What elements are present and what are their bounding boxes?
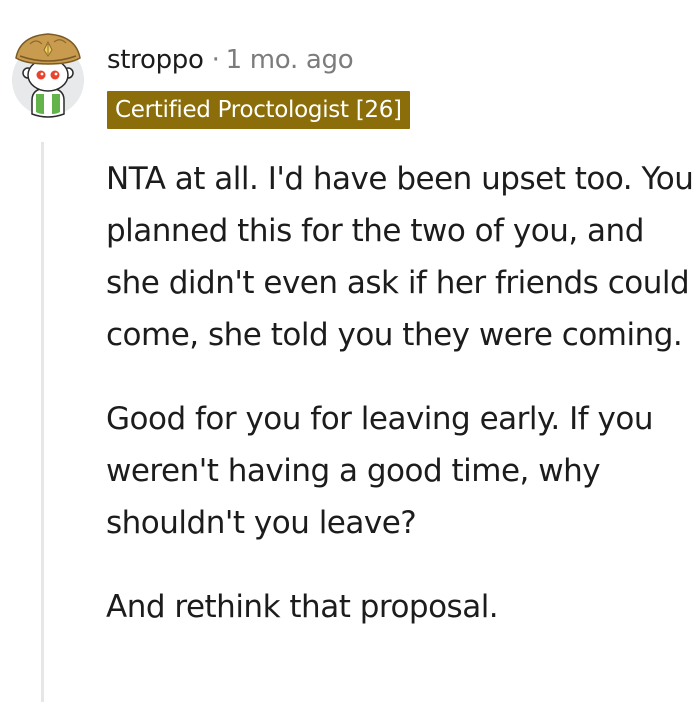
meta-separator: · bbox=[211, 45, 220, 75]
snoo-avatar-icon bbox=[12, 33, 84, 118]
comment-paragraph: Good for you for leaving early. If you w… bbox=[106, 401, 654, 541]
user-flair: Certified Proctologist [26] bbox=[107, 91, 410, 129]
thread-collapse-line[interactable] bbox=[41, 142, 44, 702]
comment-paragraph: NTA at all. I'd have been upset too. You… bbox=[106, 161, 694, 353]
comment-author[interactable]: stroppo bbox=[107, 45, 204, 75]
comment: stroppo · 1 mo. ago Certified Proctologist… bbox=[0, 0, 700, 702]
comment-paragraph: And rethink that proposal. bbox=[106, 589, 499, 625]
comment-meta: stroppo · 1 mo. ago bbox=[107, 42, 354, 78]
user-avatar[interactable] bbox=[10, 28, 86, 120]
comment-timestamp[interactable]: 1 mo. ago bbox=[226, 45, 354, 75]
comment-body: NTA at all. I'd have been upset too. You… bbox=[106, 153, 698, 665]
